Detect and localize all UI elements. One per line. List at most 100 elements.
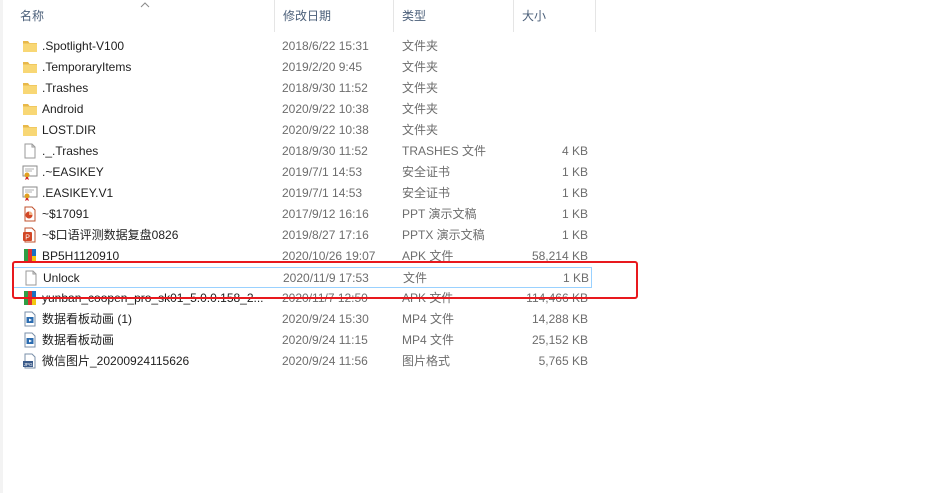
file-name: .EASIKEY.V1	[42, 186, 114, 200]
file-name: .TemporaryItems	[42, 60, 132, 74]
svg-text:P: P	[25, 235, 30, 242]
folder-icon	[22, 101, 38, 117]
file-size: 1 KB	[561, 228, 588, 242]
file-type: PPTX 演示文稿	[402, 228, 485, 242]
file-modified-date: 2018/9/30 11:52	[282, 144, 368, 158]
ppt-icon	[22, 206, 38, 222]
file-row[interactable]: .TemporaryItems 2019/2/20 9:45 文件夹	[12, 57, 592, 78]
folder-icon	[22, 59, 38, 75]
file-row[interactable]: JPG 微信图片_20200924115626 2020/9/24 11:56 图片格…	[12, 351, 592, 372]
certificate-icon	[22, 185, 38, 201]
file-type: 文件夹	[402, 81, 439, 95]
file-type: 文件夹	[402, 102, 439, 116]
file-size: 1 KB	[561, 165, 588, 179]
file-modified-date: 2020/9/24 15:30	[282, 312, 369, 326]
file-type: 图片格式	[402, 354, 451, 368]
file-row[interactable]: ._.Trashes 2018/9/30 11:52 TRASHES 文件 4 KB	[12, 141, 592, 162]
file-size	[514, 78, 588, 99]
column-header-bar: 名称 修改日期 类型 大小	[0, 0, 947, 32]
file-row[interactable]: .~EASIKEY 2019/7/1 14:53 安全证书 1 KB	[12, 162, 592, 183]
certificate-icon	[22, 164, 38, 180]
file-size: 1 KB	[562, 271, 589, 285]
file-type: 文件夹	[402, 123, 439, 137]
file-name: .~EASIKEY	[42, 165, 104, 179]
file-name: 微信图片_20200924115626	[42, 354, 190, 368]
file-row[interactable]: 数据看板动画 2020/9/24 11:15 MP4 文件 25,152 KB	[12, 330, 592, 351]
file-name: Unlock	[43, 271, 80, 285]
file-name: .Spotlight-V100	[42, 39, 125, 53]
file-name: 数据看板动画 (1)	[42, 312, 133, 326]
column-header-type[interactable]: 类型	[394, 0, 514, 32]
file-name: ._.Trashes	[42, 144, 99, 158]
file-type: 文件夹	[402, 39, 439, 53]
column-header-size-label: 大小	[522, 9, 547, 23]
file-row[interactable]: .Trashes 2018/9/30 11:52 文件夹	[12, 78, 592, 99]
file-modified-date: 2019/2/20 9:45	[282, 60, 363, 74]
svg-text:JPG: JPG	[24, 362, 33, 367]
file-type: 文件	[403, 271, 428, 285]
file-row[interactable]: P ~$口语评测数据复盘0826 2019/8/27 17:16 PPTX 演示文稿 1…	[12, 225, 592, 246]
file-row[interactable]: .EASIKEY.V1 2019/7/1 14:53 安全证书 1 KB	[12, 183, 592, 204]
file-modified-date: 2019/7/1 14:53	[282, 186, 363, 200]
folder-icon	[22, 38, 38, 54]
file-row[interactable]: 数据看板动画 (1) 2020/9/24 15:30 MP4 文件 14,288 KB	[12, 309, 592, 330]
file-size: 1 KB	[561, 186, 588, 200]
file-modified-date: 2020/11/9 17:53	[283, 271, 369, 285]
folder-icon	[22, 122, 38, 138]
file-type: 安全证书	[402, 186, 451, 200]
file-type: MP4 文件	[402, 312, 455, 326]
file-size	[514, 120, 588, 141]
file-type: PPT 演示文稿	[402, 207, 477, 221]
file-name: 数据看板动画	[42, 333, 115, 347]
file-modified-date: 2020/9/22 10:38	[282, 102, 369, 116]
file-name: ~$17091	[42, 207, 90, 221]
file-type: MP4 文件	[402, 333, 455, 347]
file-name: yunban_coopen_pro_sk01_5.0.0.158_2...	[42, 291, 264, 305]
file-row[interactable]: BP5H1120910 2020/10/26 19:07 APK 文件 58,214 …	[12, 246, 592, 267]
file-row[interactable]: ~$17091 2017/9/12 16:16 PPT 演示文稿 1 KB	[12, 204, 592, 225]
file-size: 5,765 KB	[538, 354, 588, 368]
column-header-date[interactable]: 修改日期	[275, 0, 394, 32]
file-row[interactable]: .Spotlight-V100 2018/6/22 15:31 文件夹	[12, 36, 592, 57]
file-row[interactable]: yunban_coopen_pro_sk01_5.0.0.158_2... 202…	[12, 288, 592, 309]
video-icon	[22, 311, 38, 327]
file-type: TRASHES 文件	[402, 144, 487, 158]
file-modified-date: 2020/9/22 10:38	[282, 123, 369, 137]
file-size: 4 KB	[561, 144, 588, 158]
file-size: 14,288 KB	[531, 312, 588, 326]
file-icon	[22, 143, 38, 159]
column-header-size[interactable]: 大小	[514, 0, 596, 32]
file-type: 文件夹	[402, 60, 439, 74]
file-size: 25,152 KB	[531, 333, 588, 347]
file-size	[514, 57, 588, 78]
file-modified-date: 2020/10/26 19:07	[282, 249, 376, 263]
file-name: .Trashes	[42, 81, 89, 95]
file-row[interactable]: Android 2020/9/22 10:38 文件夹	[12, 99, 592, 120]
sort-ascending-icon	[140, 2, 150, 8]
column-header-name-label: 名称	[20, 9, 45, 23]
file-modified-date: 2019/8/27 17:16	[282, 228, 369, 242]
pptx-icon: P	[22, 227, 38, 243]
file-modified-date: 2017/9/12 16:16	[282, 207, 369, 221]
file-size: 58,214 KB	[531, 249, 588, 263]
file-row[interactable]: Unlock 2020/11/9 17:53 文件 1 KB	[12, 267, 592, 288]
file-row[interactable]: LOST.DIR 2020/9/22 10:38 文件夹	[12, 120, 592, 141]
file-size: 1 KB	[561, 207, 588, 221]
file-type: APK 文件	[402, 249, 454, 263]
file-name: LOST.DIR	[42, 123, 97, 137]
apk-icon	[22, 290, 38, 306]
image-icon: JPG	[22, 353, 38, 369]
file-type: 安全证书	[402, 165, 451, 179]
file-size: 114,466 KB	[526, 291, 588, 305]
file-name: ~$口语评测数据复盘0826	[42, 228, 179, 242]
file-size	[514, 99, 588, 120]
folder-icon	[22, 80, 38, 96]
file-type: APK 文件	[402, 291, 454, 305]
file-modified-date: 2020/9/24 11:56	[282, 354, 368, 368]
apk-icon	[22, 248, 38, 264]
file-icon	[23, 270, 39, 286]
file-name: Android	[42, 102, 84, 116]
file-modified-date: 2018/6/22 15:31	[282, 39, 369, 53]
file-modified-date: 2019/7/1 14:53	[282, 165, 363, 179]
file-modified-date: 2020/9/24 11:15	[282, 333, 368, 347]
